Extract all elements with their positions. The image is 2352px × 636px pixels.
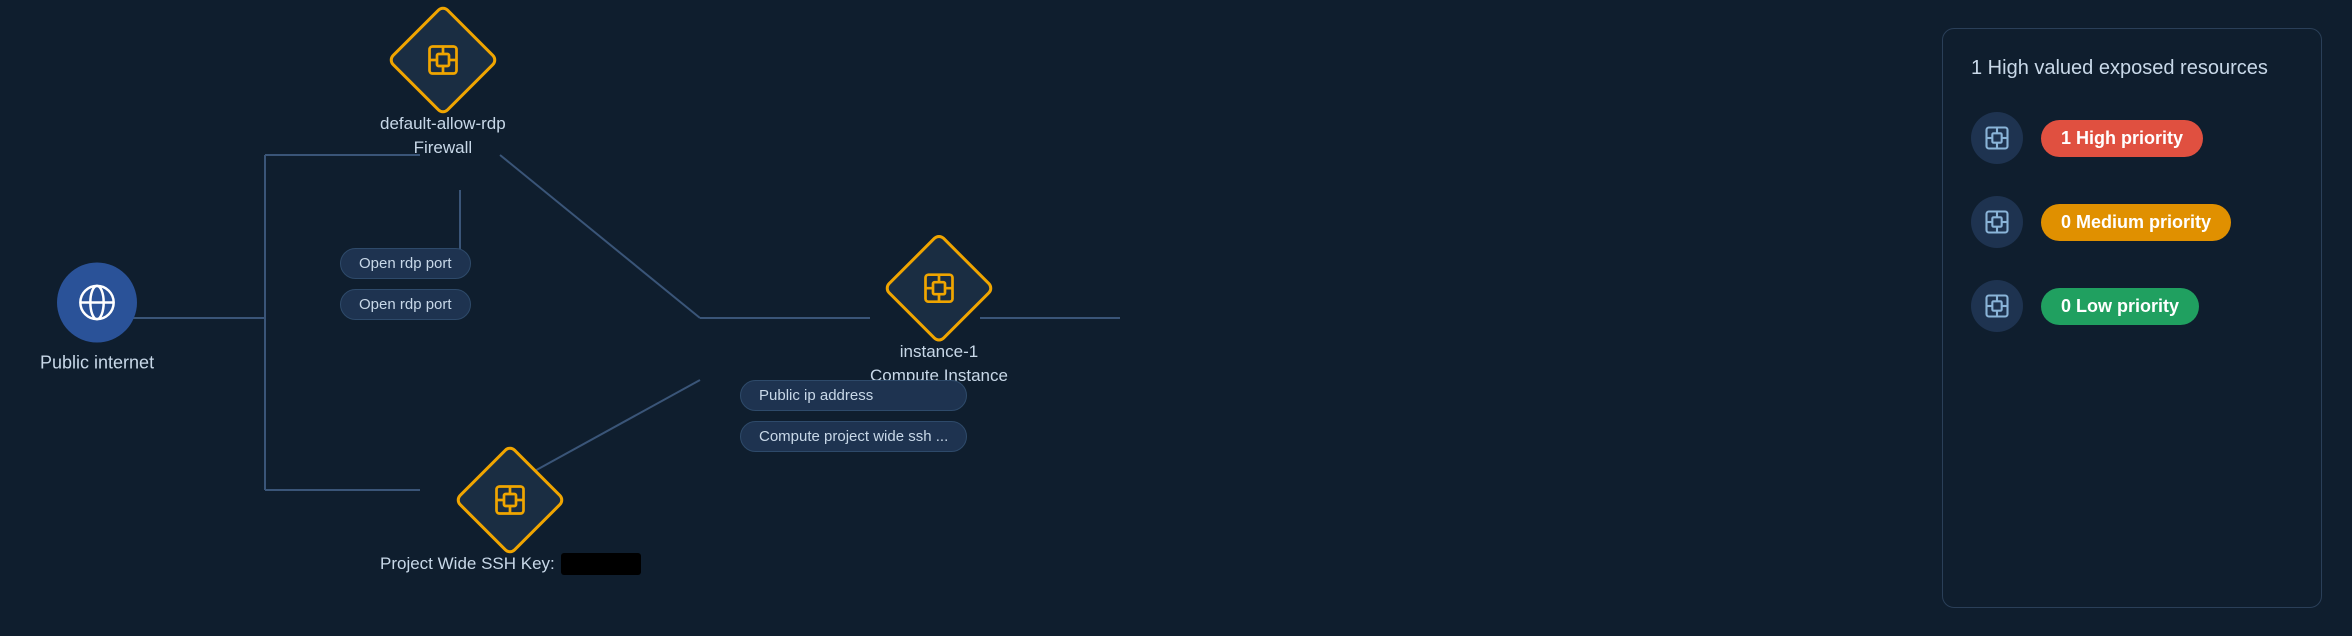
panel-title: 1 High valued exposed resources: [1971, 57, 2293, 80]
firewall-tags: Open rdp port Open rdp port: [340, 248, 471, 320]
compute-node: instance-1 Compute Instance: [870, 248, 1008, 388]
firewall-tag-2[interactable]: Open rdp port: [340, 289, 471, 320]
medium-priority-icon: [1971, 196, 2023, 248]
firewall-icon: [425, 42, 461, 78]
firewall-tag-1[interactable]: Open rdp port: [340, 248, 471, 279]
firewall-label: default-allow-rdp Firewall: [380, 112, 506, 160]
firewall-diamond: [386, 3, 499, 116]
firewall-node: default-allow-rdp Firewall: [380, 20, 506, 160]
priority-row-medium: 0 Medium priority: [1971, 196, 2293, 248]
compute-diamond: [882, 232, 995, 345]
priority-row-low: 0 Low priority: [1971, 280, 2293, 332]
public-internet-node: Public internet: [40, 263, 154, 374]
ssh-label-row: Project Wide SSH Key:: [380, 552, 641, 576]
diagram-area: Public internet default-allow-rdp: [0, 0, 1942, 636]
high-priority-badge[interactable]: 1 High priority: [2041, 120, 2203, 157]
public-internet-label: Public internet: [40, 353, 154, 374]
low-priority-badge[interactable]: 0 Low priority: [2041, 288, 2199, 325]
public-internet-icon: [57, 263, 137, 343]
ssh-label: Project Wide SSH Key:: [380, 552, 641, 576]
right-panel: 1 High valued exposed resources 1 High p…: [1942, 28, 2322, 608]
ssh-icon: [492, 482, 528, 518]
compute-tag-2[interactable]: Compute project wide ssh ...: [740, 421, 967, 452]
ssh-redacted: [561, 553, 641, 575]
compute-icon: [921, 270, 957, 306]
high-priority-icon: [1971, 112, 2023, 164]
compute-tag-1[interactable]: Public ip address: [740, 380, 967, 411]
low-priority-icon: [1971, 280, 2023, 332]
priority-row-high: 1 High priority: [1971, 112, 2293, 164]
compute-tags: Public ip address Compute project wide s…: [740, 380, 967, 452]
main-container: Public internet default-allow-rdp: [0, 0, 2352, 636]
medium-priority-badge[interactable]: 0 Medium priority: [2041, 204, 2231, 241]
ssh-node: Project Wide SSH Key:: [380, 460, 641, 576]
ssh-diamond: [454, 444, 567, 557]
